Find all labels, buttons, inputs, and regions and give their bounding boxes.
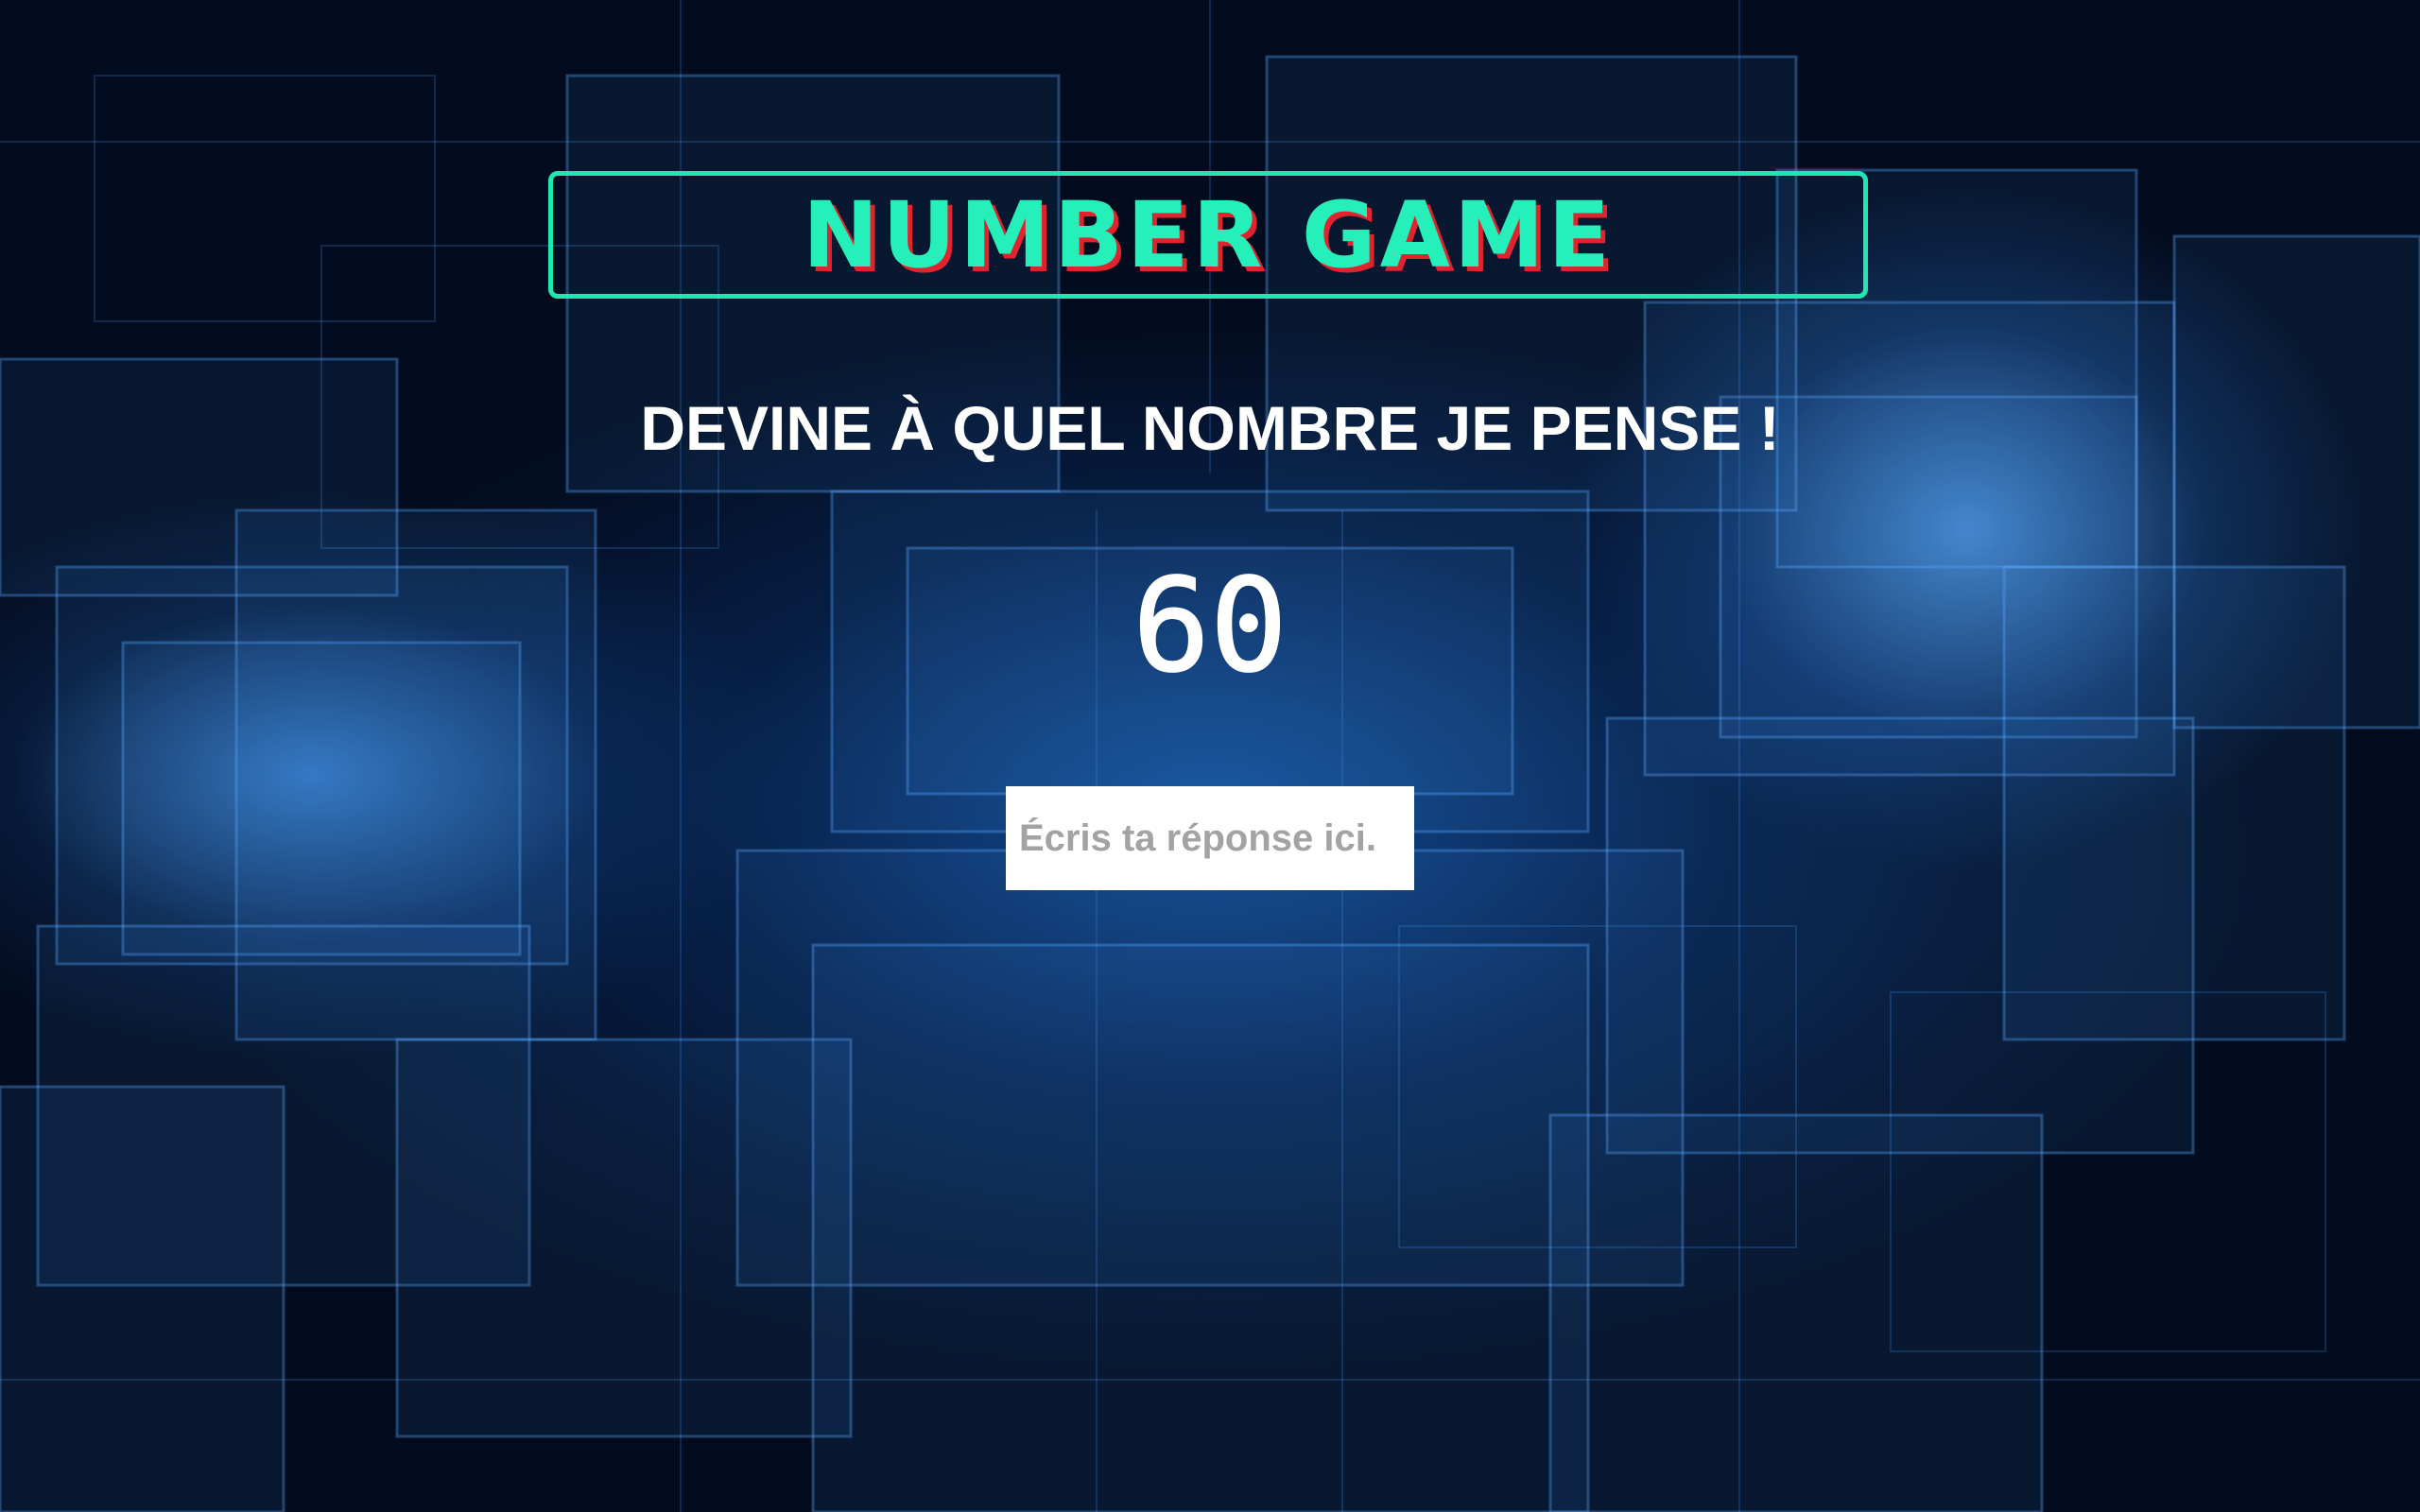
countdown-timer: 60 <box>1132 552 1288 701</box>
answer-input[interactable] <box>1006 786 1414 890</box>
game-screen: NUMBER GAME DEVINE À QUEL NOMBRE JE PENS… <box>0 0 2420 1512</box>
title-banner: NUMBER GAME <box>548 171 1868 299</box>
game-title: NUMBER GAME <box>802 181 1615 288</box>
game-prompt: DEVINE À QUEL NOMBRE JE PENSE ! <box>640 393 1780 463</box>
